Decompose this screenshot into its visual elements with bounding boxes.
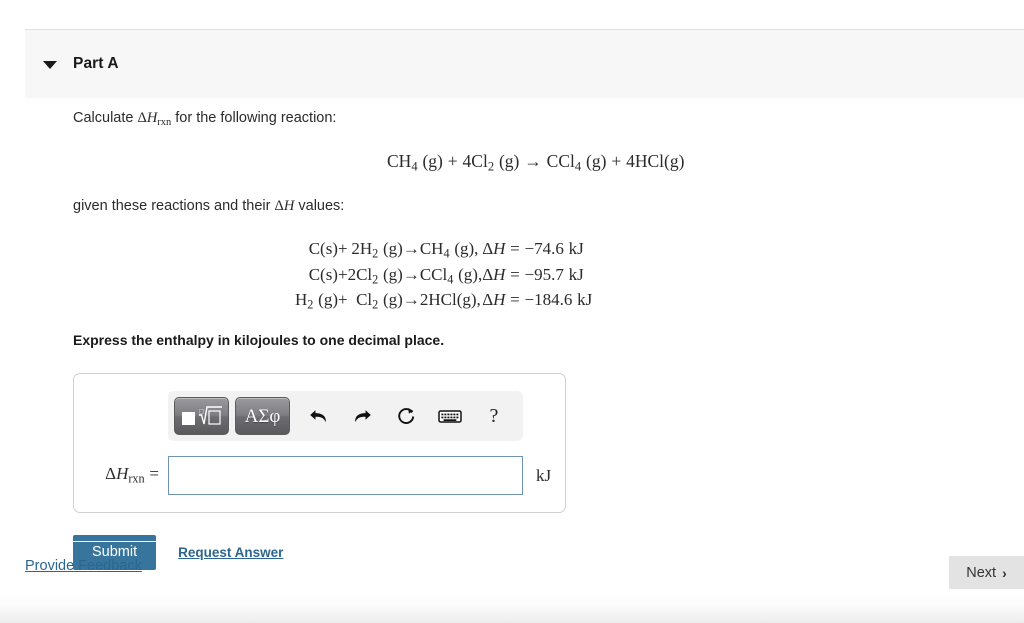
row-plus: + — [337, 239, 348, 259]
reactions-table-body: C(s) + 2H2 (g) → CH4 (g), ΔH = −74.6 kJ C(s) … — [295, 238, 592, 314]
row-reactant2: 2Cl2 (g) — [347, 264, 403, 287]
prompt-prefix: Calculate — [73, 110, 134, 126]
chevron-right-icon: › — [1002, 564, 1007, 581]
answer-label-sub: rxn — [128, 471, 145, 486]
page-root: Part A Calculate ΔHrxn for the following… — [0, 0, 1024, 623]
row-product: CH4 (g), — [419, 239, 479, 261]
bottom-gradient-strip — [0, 596, 1024, 623]
row-enthalpy-value: −95.7 — [524, 264, 564, 284]
prompt-suffix: for the following reaction: — [175, 110, 337, 126]
row-reactant1: C(s) — [308, 264, 338, 284]
answer-instruction: Express the enthalpy in kilojoules to on… — [73, 332, 445, 349]
question-prompt: Calculate ΔHrxn for the following reacti… — [73, 108, 1003, 131]
svg-text:□: □ — [199, 408, 204, 416]
answer-label-equals: = — [149, 464, 159, 484]
table-row: C(s) + 2Cl2 (g) → CCl4 (g), ΔH = −95.7 kJ — [295, 263, 592, 288]
keyboard-icon[interactable] — [431, 397, 469, 435]
greek-symbols-label: ΑΣφ — [244, 405, 281, 427]
redo-icon[interactable] — [343, 397, 381, 435]
answer-unit: kJ — [536, 465, 552, 485]
table-row: H2 (g) + Cl2 (g) → 2HCl(g), ΔH = −184.6 kJ — [295, 289, 592, 314]
row-plus: + — [337, 290, 348, 310]
answer-box: □ ΑΣφ ? ΔHrxn = kJ — [73, 373, 567, 514]
reactions-table: C(s) + 2H2 (g) → CH4 (g), ΔH = −74.6 kJ C(s) … — [295, 238, 592, 314]
row-enthalpy-unit: kJ — [577, 290, 593, 310]
row-enthalpy-value: −184.6 — [524, 290, 573, 310]
answer-input-row: ΔHrxn = kJ — [74, 456, 567, 496]
reset-icon[interactable] — [387, 397, 425, 435]
chevron-down-icon[interactable] — [43, 57, 57, 71]
undo-icon[interactable] — [299, 397, 337, 435]
part-a-header-inner: Part A — [25, 30, 1024, 98]
footer-divider — [25, 541, 1024, 542]
given-suffix: values: — [298, 198, 345, 215]
question-content: Calculate ΔHrxn for the following reacti… — [73, 108, 1003, 570]
row-enthalpy-unit: kJ — [568, 239, 584, 259]
provide-feedback-link[interactable]: Provide Feedback — [25, 558, 142, 574]
row-arrow: → — [402, 264, 420, 284]
row-reactant1: C(s) — [308, 239, 338, 259]
row-product: 2HCl(g), — [419, 290, 481, 310]
prompt-delta-h: ΔHrxn — [137, 110, 172, 128]
given-reactions-line: given these reactions and their ΔH value… — [73, 196, 1003, 218]
given-delta-h: ΔH — [274, 198, 295, 215]
row-reactant2: Cl2 (g) — [356, 290, 403, 312]
row-enthalpy: ΔH = −95.7 kJ — [482, 264, 584, 284]
math-toolbar: □ ΑΣφ ? — [168, 391, 523, 442]
answer-label: ΔHrxn = — [105, 464, 159, 486]
part-a-header[interactable]: Part A — [25, 29, 1024, 98]
row-reactant2: 2H2 (g) — [351, 239, 403, 261]
prompt-delta-h-sub: rxn — [157, 116, 172, 128]
row-arrow: → — [402, 290, 420, 310]
row-arrow: → — [402, 239, 420, 259]
main-equation: CH4 (g) +4Cl2 (g) → CCl4 (g) +4HCl(g) — [387, 150, 685, 174]
row-product: CCl4 (g), — [419, 264, 483, 287]
greek-symbols-button[interactable]: ΑΣφ — [235, 397, 290, 436]
help-icon[interactable]: ? — [475, 397, 513, 435]
next-button[interactable]: Next › — [949, 556, 1024, 589]
row-enthalpy: ΔH = −184.6 kJ — [482, 290, 593, 310]
row-plus: + — [337, 264, 348, 284]
page-title: Part A — [73, 55, 119, 72]
next-button-label: Next — [966, 564, 997, 581]
row-enthalpy-value: −74.6 — [524, 239, 564, 259]
math-template-button[interactable]: □ — [174, 397, 229, 436]
row-reactant1: H2 (g) — [295, 290, 338, 312]
row-enthalpy-unit: kJ — [568, 264, 584, 284]
given-prefix: given these reactions and their — [73, 198, 271, 215]
request-answer-link[interactable]: Request Answer — [178, 545, 283, 560]
table-row: C(s) + 2H2 (g) → CH4 (g), ΔH = −74.6 kJ — [295, 238, 592, 263]
row-enthalpy: ΔH = −74.6 kJ — [482, 239, 584, 259]
answer-input[interactable] — [168, 456, 523, 496]
